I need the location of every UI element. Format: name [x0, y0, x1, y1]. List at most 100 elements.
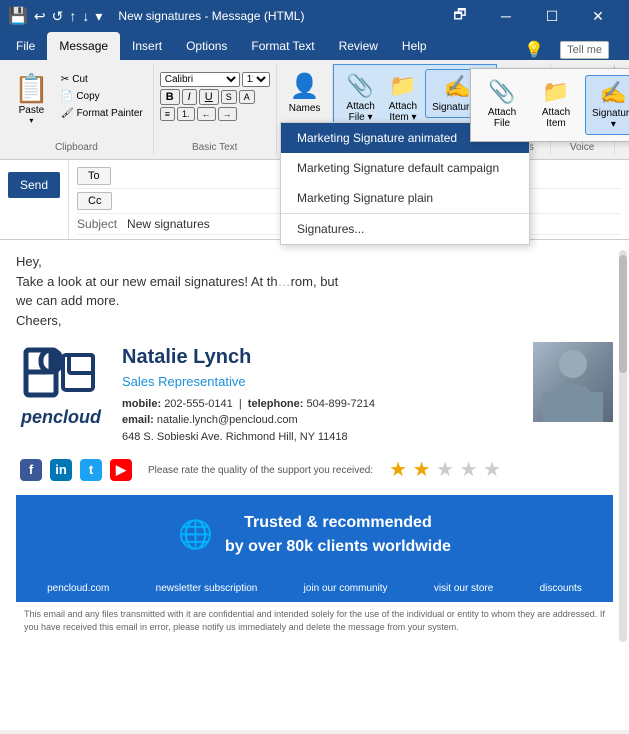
- footer-link-pencloud[interactable]: pencloud.com: [47, 581, 109, 596]
- star-2[interactable]: ★: [413, 459, 431, 481]
- sig-address: 648 S. Sobieski Ave. Richmond Hill, NY 1…: [122, 429, 517, 446]
- tell-me-box[interactable]: Tell me: [560, 41, 609, 59]
- indent-less-button[interactable]: ←: [197, 107, 216, 121]
- format-painter-icon: 🖌: [61, 108, 74, 119]
- blue-banner: 🌐 Trusted & recommendedby over 80k clien…: [16, 495, 613, 575]
- rating-text: Please rate the quality of the support y…: [148, 463, 373, 478]
- attach-item-sub-button[interactable]: 📁 AttachItem: [531, 75, 581, 135]
- underline-button[interactable]: U: [199, 89, 219, 105]
- minimize-btn[interactable]: ─: [483, 0, 529, 32]
- tab-file[interactable]: File: [4, 32, 47, 60]
- youtube-icon[interactable]: ▶: [110, 459, 132, 481]
- numbers-button[interactable]: 1.: [177, 107, 195, 121]
- star-5[interactable]: ★: [483, 459, 501, 481]
- indent-more-button[interactable]: →: [218, 107, 237, 121]
- sig-menu-marketing-plain[interactable]: Marketing Signature plain: [281, 183, 529, 213]
- tab-insert[interactable]: Insert: [120, 32, 174, 60]
- copy-icon: 📄: [61, 91, 73, 102]
- cc-button[interactable]: Cc: [77, 192, 112, 210]
- title-bar-left: 💾 ↩ ↺ ↑ ↓ ▾ New signatures - Message (HT…: [8, 6, 304, 26]
- title-bar-quick-access: 💾 ↩ ↺ ↑ ↓ ▾: [8, 6, 102, 26]
- sig-info: Natalie Lynch Sales Representative mobil…: [122, 342, 517, 445]
- star-1[interactable]: ★: [389, 459, 407, 481]
- body-closing: Cheers,: [16, 311, 613, 331]
- italic-button[interactable]: I: [182, 89, 197, 105]
- star-3[interactable]: ★: [436, 459, 454, 481]
- attach-sub-panel: 📎 AttachFile 📁 AttachItem ✍ Signature ▾: [470, 68, 629, 142]
- social-rating-row: f in t ▶ Please rate the quality of the …: [16, 453, 613, 487]
- subject-value: New signatures: [127, 217, 210, 231]
- bold-button[interactable]: B: [160, 89, 180, 105]
- attach-file-sub-label: AttachFile: [488, 107, 516, 129]
- tab-review[interactable]: Review: [327, 32, 390, 60]
- sig-footer-links: pencloud.com newsletter subscription joi…: [16, 575, 613, 602]
- footer-link-store[interactable]: visit our store: [434, 581, 493, 596]
- cut-button[interactable]: ✂ Cut: [57, 72, 147, 87]
- save-icon[interactable]: 💾: [8, 6, 28, 26]
- basic-text-items: Calibri 11 B I U S A ≡ 1. ← →: [160, 64, 270, 140]
- sig-disclaimer: This email and any files transmitted wit…: [16, 602, 613, 639]
- redo-icon[interactable]: ↺: [52, 8, 64, 25]
- copy-label: Copy: [76, 91, 99, 102]
- mobile-value: 202-555-0141: [164, 398, 233, 410]
- globe-icon: 🌐: [178, 514, 213, 556]
- sig-menu-marketing-default[interactable]: Marketing Signature default campaign: [281, 153, 529, 183]
- down-icon[interactable]: ↓: [82, 8, 89, 24]
- attach-file-sub-icon: 📎: [488, 79, 515, 105]
- customize-icon[interactable]: ▾: [95, 8, 102, 25]
- company-logo-svg: [21, 345, 101, 400]
- telephone-label: telephone:: [248, 398, 304, 410]
- paste-icon: 📋: [14, 72, 49, 105]
- window-controls: 🗗 ─ ☐ ✕: [437, 0, 621, 32]
- restore-btn[interactable]: ☐: [529, 0, 575, 32]
- to-button[interactable]: To: [77, 167, 111, 185]
- facebook-icon[interactable]: f: [20, 459, 42, 481]
- bullets-button[interactable]: ≡: [160, 107, 175, 121]
- sig-logo-box: [16, 342, 106, 402]
- strikethrough-button[interactable]: S: [221, 90, 237, 104]
- telephone-value: 504-899-7214: [306, 398, 375, 410]
- sig-email: email: natalie.lynch@pencloud.com: [122, 412, 517, 429]
- window-icon-btn[interactable]: 🗗: [437, 0, 483, 32]
- sig-person-title: Sales Representative: [122, 372, 517, 392]
- up-icon[interactable]: ↑: [69, 8, 76, 24]
- mobile-label: mobile:: [122, 398, 161, 410]
- format-painter-button[interactable]: 🖌 Format Painter: [57, 106, 147, 121]
- close-btn[interactable]: ✕: [575, 0, 621, 32]
- attach-file-sub-button[interactable]: 📎 AttachFile: [477, 75, 527, 135]
- font-size-select[interactable]: 11: [242, 72, 270, 87]
- star-rating[interactable]: ★ ★ ★ ★ ★: [389, 455, 501, 485]
- sig-logo-area: pencloud: [16, 342, 106, 431]
- tab-help[interactable]: Help: [390, 32, 439, 60]
- ribbon-tabs: File Message Insert Options Format Text …: [0, 32, 629, 60]
- twitter-icon[interactable]: t: [80, 459, 102, 481]
- clipboard-items: 📋 Paste ▾ ✂ Cut 📄 Copy 🖌 Format Painter: [6, 64, 147, 140]
- email-body[interactable]: Hey, Take a look at our new email signat…: [0, 240, 629, 730]
- text-color-button[interactable]: A: [239, 90, 255, 104]
- send-button[interactable]: Send: [8, 172, 60, 198]
- footer-link-community[interactable]: join our community: [304, 581, 388, 596]
- font-family-select[interactable]: Calibri: [160, 72, 240, 87]
- sig-mobile: mobile: 202-555-0141 | telephone: 504-89…: [122, 396, 517, 413]
- tab-options[interactable]: Options: [174, 32, 239, 60]
- title-bar: 💾 ↩ ↺ ↑ ↓ ▾ New signatures - Message (HT…: [0, 0, 629, 32]
- copy-button[interactable]: 📄 Copy: [57, 89, 147, 104]
- paste-button[interactable]: 📋 Paste ▾: [6, 68, 57, 129]
- tab-message[interactable]: Message: [47, 32, 120, 60]
- dictate-group-label: Voice: [570, 140, 594, 155]
- tab-format-text[interactable]: Format Text: [239, 32, 326, 60]
- align-row: ≡ 1. ← →: [160, 107, 270, 121]
- footer-link-newsletter[interactable]: newsletter subscription: [156, 581, 258, 596]
- signature-sub-button[interactable]: ✍ Signature ▾: [585, 75, 629, 135]
- sig-photo: [533, 342, 613, 422]
- sig-menu-signatures-dialog[interactable]: Signatures...: [281, 213, 529, 244]
- undo-icon[interactable]: ↩: [34, 8, 46, 25]
- scrollbar-thumb[interactable]: [619, 255, 627, 373]
- signature-dropdown-overlay: 📎 AttachFile 📁 AttachItem ✍ Signature ▾ …: [280, 60, 530, 245]
- linkedin-icon[interactable]: in: [50, 459, 72, 481]
- attach-item-sub-label: AttachItem: [542, 107, 570, 129]
- footer-link-discounts[interactable]: discounts: [540, 581, 582, 596]
- star-4[interactable]: ★: [460, 459, 478, 481]
- paste-label: Paste: [19, 105, 45, 116]
- sig-top: pencloud Natalie Lynch Sales Representat…: [16, 342, 613, 445]
